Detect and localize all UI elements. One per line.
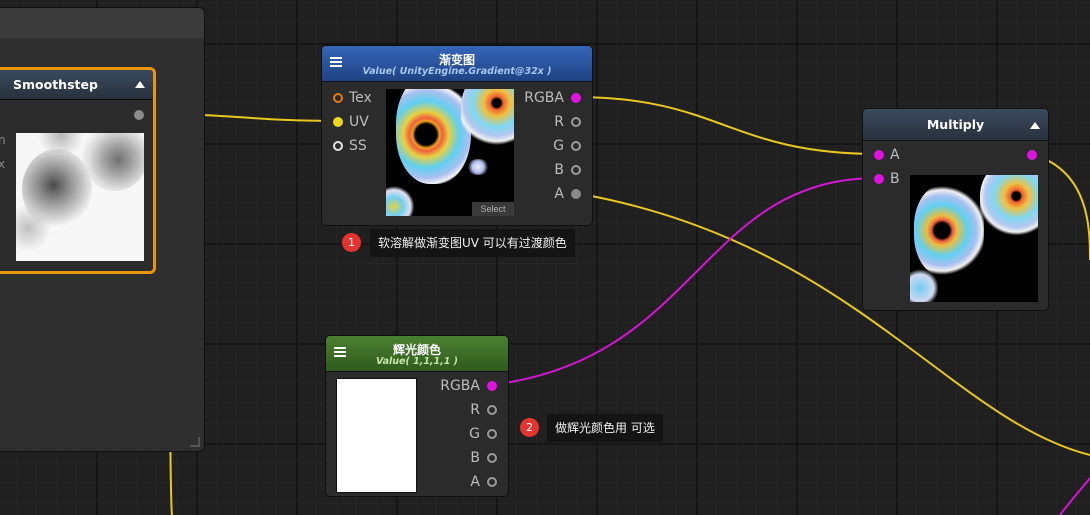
glow-r-label: R <box>470 402 480 418</box>
multiply-title: Multiply <box>926 117 985 132</box>
glow-color-subtitle: Value( 1,1,1,1 ) <box>375 356 459 367</box>
glow-rgba-output-port[interactable] <box>487 381 497 391</box>
gradient-a-label: A <box>554 186 564 202</box>
collapse-icon[interactable] <box>1030 122 1040 129</box>
gradient-g-output-port[interactable] <box>571 141 581 151</box>
smoothstep-hidden-label-2: x <box>0 157 6 171</box>
smoothstep-output-port[interactable] <box>134 110 144 120</box>
glow-g-output-port[interactable] <box>487 429 497 439</box>
gradient-node[interactable]: 渐变图 Value( UnityEngine.Gradient@32x ) Te… <box>321 45 593 226</box>
color-swatch[interactable] <box>336 378 417 493</box>
wire-bottom-right <box>1059 477 1090 515</box>
note-1-badge: 1 <box>342 233 361 252</box>
wire-gradient-rgba-to-multiply-a <box>574 96 879 155</box>
gradient-b-output-port[interactable] <box>571 165 581 175</box>
smoothstep-preview-image <box>16 133 144 261</box>
gradient-a-output-port[interactable] <box>571 189 581 199</box>
gradient-r-output-port[interactable] <box>571 117 581 127</box>
ss-input-label: SS <box>349 138 367 154</box>
multiply-b-label: B <box>890 171 900 187</box>
gradient-header[interactable]: 渐变图 Value( UnityEngine.Gradient@32x ) <box>322 46 592 82</box>
multiply-a-input-port[interactable] <box>874 150 884 160</box>
glow-a-label: A <box>470 474 480 490</box>
note-2[interactable]: 2 做辉光颜色用 可选 <box>520 414 670 442</box>
note-2-text: 做辉光颜色用 可选 <box>547 414 663 442</box>
collapse-icon[interactable] <box>135 81 145 88</box>
gradient-rgba-label: RGBA <box>524 90 564 106</box>
gradient-preview-image: Select <box>386 89 514 216</box>
gradient-subtitle: Value( UnityEngine.Gradient@32x ) <box>362 66 552 77</box>
multiply-preview-image <box>910 175 1038 302</box>
multiply-output-port[interactable] <box>1027 150 1037 160</box>
glow-rgba-label: RGBA <box>440 378 480 394</box>
multiply-header[interactable]: Multiply <box>863 109 1048 141</box>
smoothstep-header[interactable]: Smoothstep <box>0 70 153 100</box>
uv-input-port[interactable] <box>333 117 343 127</box>
glow-b-output-port[interactable] <box>487 453 497 463</box>
glow-r-output-port[interactable] <box>487 405 497 415</box>
note-1[interactable]: 1 软溶解做渐变图UV 可以有过渡颜色 <box>342 229 582 257</box>
glow-a-output-port[interactable] <box>487 477 497 487</box>
glow-color-header[interactable]: 辉光颜色 Value( 1,1,1,1 ) <box>326 336 508 372</box>
select-button[interactable]: Select <box>472 202 514 216</box>
gradient-r-label: R <box>554 114 564 130</box>
resize-handle[interactable] <box>190 437 200 447</box>
ss-input-port[interactable] <box>333 141 343 151</box>
uv-input-label: UV <box>349 114 369 130</box>
gradient-rgba-output-port[interactable] <box>571 93 581 103</box>
smoothstep-node[interactable]: Smoothstep n x <box>0 67 156 274</box>
glow-b-label: B <box>470 450 480 466</box>
gradient-g-label: G <box>553 138 564 154</box>
glow-g-label: G <box>469 426 480 442</box>
note-1-text: 软溶解做渐变图UV 可以有过渡颜色 <box>370 229 575 257</box>
multiply-b-input-port[interactable] <box>874 174 884 184</box>
gradient-b-label: B <box>554 162 564 178</box>
select-label: Select <box>480 204 506 214</box>
tex-input-label: Tex <box>349 90 372 106</box>
tex-input-port[interactable] <box>333 93 343 103</box>
smoothstep-hidden-label-1: n <box>0 133 6 147</box>
smoothstep-title: Smoothstep <box>13 77 98 92</box>
glow-color-node[interactable]: 辉光颜色 Value( 1,1,1,1 ) RGBA R G B A <box>325 335 509 497</box>
note-2-badge: 2 <box>520 418 539 437</box>
multiply-a-label: A <box>890 147 900 163</box>
multiply-node[interactable]: Multiply A B <box>862 108 1049 311</box>
